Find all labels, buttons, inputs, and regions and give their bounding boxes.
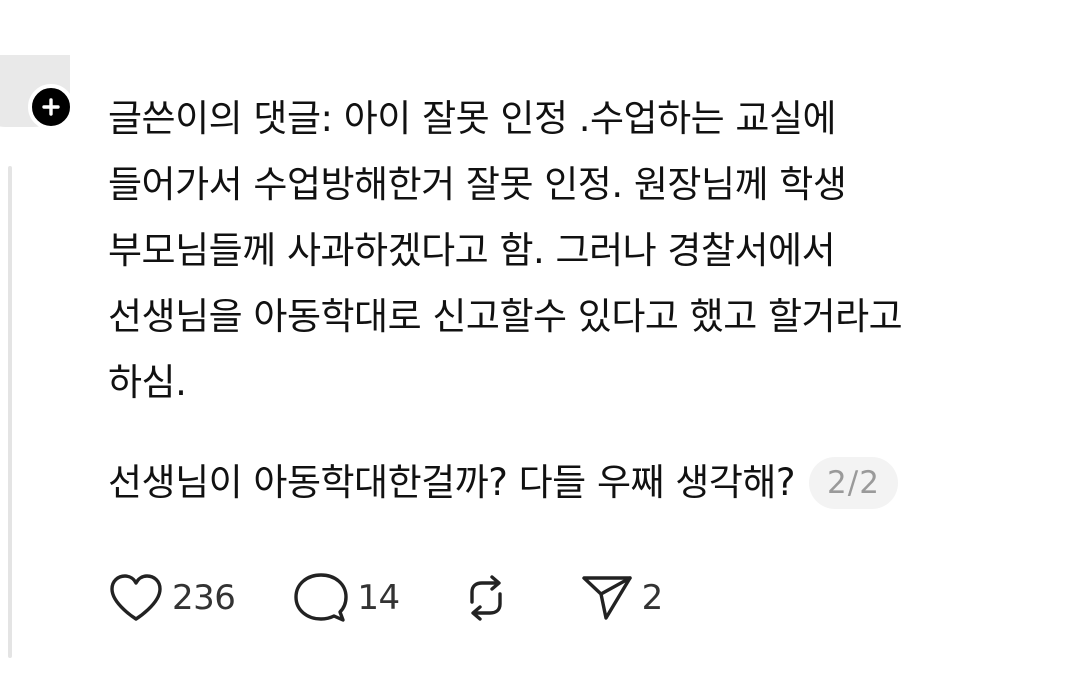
post-text-line: 부모님들께 사과하겠다고 함. 그러나 경찰서에서 bbox=[108, 229, 836, 272]
share-button[interactable]: 2 bbox=[580, 572, 663, 624]
plus-icon bbox=[42, 98, 60, 116]
post-body: 글쓴이의 댓글: 아이 잘못 인정 .수업하는 교실에 들어가서 수업방해한거 … bbox=[108, 86, 1058, 516]
comment-count: 14 bbox=[357, 578, 400, 618]
repost-button[interactable] bbox=[458, 572, 522, 624]
post-question: 선생님이 아동학대한걸까? 다들 우째 생각해? 2/2 bbox=[108, 450, 1058, 516]
page-indicator: 2/2 bbox=[809, 457, 898, 509]
post-question-text: 선생님이 아동학대한걸까? 다들 우째 생각해? bbox=[108, 461, 796, 504]
post-text-line: 하심. bbox=[108, 361, 187, 404]
post-text-line: 들어가서 수업방해한거 잘못 인정. 원장님께 학생 bbox=[108, 163, 847, 206]
share-count: 2 bbox=[641, 578, 664, 618]
post-text: 글쓴이의 댓글: 아이 잘못 인정 .수업하는 교실에 들어가서 수업방해한거 … bbox=[108, 86, 1058, 416]
follow-button[interactable] bbox=[28, 84, 74, 130]
comment-button[interactable]: 14 bbox=[293, 572, 400, 624]
like-button[interactable]: 236 bbox=[108, 573, 236, 623]
like-count: 236 bbox=[172, 578, 236, 618]
post-text-line: 선생님을 아동학대로 신고할수 있다고 했고 할거라고 bbox=[108, 295, 903, 338]
repost-icon bbox=[469, 575, 502, 621]
heart-icon bbox=[110, 574, 162, 621]
comment-bubble-icon bbox=[294, 573, 349, 622]
send-icon bbox=[581, 576, 632, 620]
action-bar: 236 14 2 bbox=[108, 572, 721, 624]
post-text-line: 글쓴이의 댓글: 아이 잘못 인정 .수업하는 교실에 bbox=[108, 97, 837, 140]
thread-line bbox=[8, 166, 12, 658]
